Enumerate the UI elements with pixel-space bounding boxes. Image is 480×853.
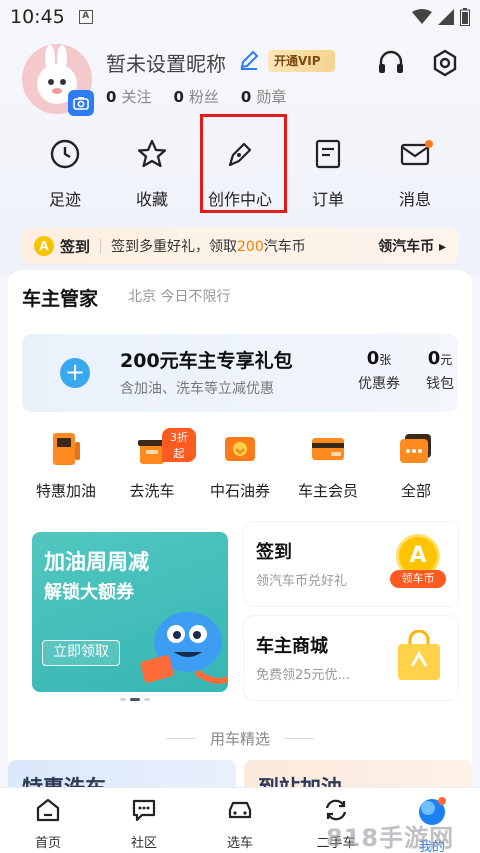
- tab-community[interactable]: 社区: [96, 796, 192, 851]
- vip-card-icon: [312, 438, 344, 460]
- section-divider-title: 用车精选: [209, 730, 270, 748]
- tab-home[interactable]: 首页: [0, 796, 96, 851]
- quick-favorites[interactable]: 收藏: [112, 138, 192, 210]
- gift-title: 200元车主专享礼包: [120, 350, 293, 372]
- vip-badge-button[interactable]: 开通VIP: [268, 50, 335, 72]
- mascot-icon: [140, 612, 228, 684]
- profile-header: 暂未设置昵称 开通VIP 0 关注 0 粉丝 0 勋章: [22, 44, 462, 116]
- clock-icon: [50, 139, 80, 169]
- tab-choose-car[interactable]: 选车: [192, 796, 288, 851]
- quick-orders[interactable]: 订单: [288, 138, 368, 210]
- signin-card-title: 签到: [256, 542, 292, 563]
- signin-desc: 签到多重好礼，领取200汽车币: [111, 239, 306, 255]
- signal-icon: [438, 9, 454, 25]
- quick-messages[interactable]: 消息: [375, 138, 455, 210]
- battery-icon: [460, 8, 470, 26]
- plus-icon[interactable]: +: [60, 358, 90, 388]
- signin-banner[interactable]: A 签到 签到多重好礼，领取200汽车币 领汽车币 ▸: [22, 228, 458, 264]
- promo-image: 加油周周减 解锁大额券 立即领取: [32, 532, 228, 692]
- mall-card-subtitle: 免费领25元优...: [256, 668, 350, 683]
- signin-title: 签到: [60, 237, 91, 256]
- headset-icon[interactable]: [376, 48, 406, 78]
- order-icon: [315, 139, 341, 169]
- stat-fans[interactable]: 0 粉丝: [173, 86, 218, 107]
- stat-medals[interactable]: 0 勋章: [241, 86, 286, 107]
- service-grid: 特惠加油 3折起 去洗车 中石油券 车主会员 全部: [22, 428, 460, 510]
- car-icon: [228, 801, 252, 819]
- fuel-pump-icon: [53, 433, 80, 465]
- signin-card-subtitle: 领汽车币兑好礼: [256, 574, 348, 589]
- discount-tag: 3折起: [162, 428, 196, 462]
- more-icon: [400, 434, 431, 463]
- edit-icon[interactable]: [238, 49, 260, 71]
- status-bar: 10:45 A: [0, 0, 480, 34]
- wifi-icon: [412, 9, 432, 24]
- quick-footprint[interactable]: 足迹: [25, 138, 105, 210]
- mall-card[interactable]: 车主商城 免费领25元优...: [244, 616, 458, 700]
- promo-subheadline: 解锁大额券: [44, 582, 134, 603]
- gift-package-card[interactable]: + 200元车主专享礼包 含加油、洗车等立减优惠 0张 优惠券 0元 钱包: [22, 334, 458, 412]
- mall-card-title: 车主商城: [256, 636, 328, 657]
- profile-stats: 0 关注 0 粉丝 0 勋章: [106, 86, 286, 107]
- unread-dot: [425, 140, 433, 148]
- gift-subtitle: 含加油、洗车等立减优惠: [120, 381, 274, 397]
- notification-icon: A: [78, 10, 93, 24]
- nickname[interactable]: 暂未设置昵称: [106, 48, 226, 77]
- coin-badge-icon: A 领车币: [390, 534, 446, 592]
- carousel-indicator: [120, 698, 150, 701]
- divider: [100, 239, 102, 253]
- service-all[interactable]: 全部: [372, 430, 460, 501]
- highlight-box: [200, 114, 287, 213]
- service-fuel[interactable]: 特惠加油: [22, 430, 110, 501]
- home-icon: [36, 798, 60, 822]
- camera-button[interactable]: [68, 90, 94, 116]
- stat-following[interactable]: 0 关注: [106, 86, 151, 107]
- watermark: 818手游网: [326, 824, 455, 852]
- status-time: 10:45: [10, 6, 65, 28]
- shopping-bag-icon: [398, 630, 440, 680]
- coin-icon: A: [34, 236, 54, 256]
- service-petrochina[interactable]: 中石油券: [196, 430, 284, 501]
- promo-headline: 加油周周减: [44, 550, 149, 574]
- fuel-promo-banner[interactable]: 加油周周减 解锁大额券 立即领取: [22, 522, 237, 700]
- wallet-balance[interactable]: 0元 钱包: [426, 348, 454, 393]
- coupon-icon: [225, 437, 255, 461]
- chat-icon: [132, 799, 156, 822]
- status-indicators: [412, 8, 470, 26]
- settings-icon[interactable]: [430, 48, 460, 78]
- service-membership[interactable]: 车主会员: [284, 430, 372, 501]
- divider-line-right: [284, 738, 314, 739]
- coupon-count[interactable]: 0张 优惠券: [358, 348, 400, 393]
- service-car-wash[interactable]: 3折起 去洗车: [108, 428, 196, 501]
- camera-icon: [73, 97, 89, 110]
- section-subtitle: 北京 今日不限行: [128, 289, 231, 305]
- get-coins-link[interactable]: 领汽车币 ▸: [378, 236, 446, 256]
- section-title: 车主管家: [22, 288, 99, 310]
- claim-now-button[interactable]: 立即领取: [42, 640, 120, 666]
- star-icon: [137, 139, 167, 168]
- signin-card[interactable]: 签到 领汽车币兑好礼 A 领车币: [244, 522, 458, 606]
